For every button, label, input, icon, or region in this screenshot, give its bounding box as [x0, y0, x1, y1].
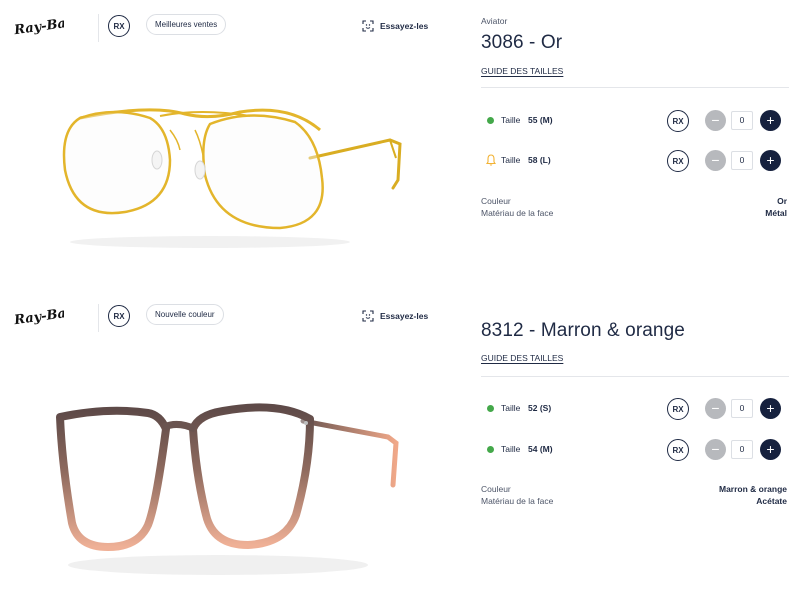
product-media-header: Ray-Ban RX Nouvelle couleur Essayez-les — [12, 300, 442, 332]
decrease-quantity-button[interactable]: − — [705, 150, 726, 171]
quantity-input[interactable]: 0 — [731, 440, 753, 459]
product-title: 8312 - Marron & orange — [481, 320, 685, 341]
size-row: Taille 58 (L) RX − 0 + — [481, 150, 789, 172]
product-media-header: Ray-Ban RX Meilleures ventes Essayez-les — [12, 10, 442, 42]
attribute-row-material: Matériau de la face Métal — [481, 208, 787, 220]
rx-lenses-button[interactable]: RX — [667, 150, 689, 172]
try-on-button[interactable]: Essayez-les — [362, 18, 428, 34]
in-stock-dot-icon — [487, 446, 494, 453]
size-value: 52 (S) — [528, 403, 552, 413]
size-value: 55 (M) — [528, 115, 553, 125]
attribute-value: Métal — [765, 208, 787, 218]
rx-lenses-button[interactable]: RX — [667, 398, 689, 420]
increase-quantity-button[interactable]: + — [760, 110, 781, 131]
in-stock-dot-icon — [487, 405, 494, 412]
size-row: Taille 55 (M) RX − 0 + — [481, 110, 789, 132]
face-scan-icon — [362, 310, 374, 322]
attribute-row-color: Couleur Marron & orange — [481, 484, 787, 496]
product-media: Ray-Ban RX Nouvelle couleur Essayez-les — [0, 290, 455, 600]
product-media: Ray-Ban RX Meilleures ventes Essayez-les — [0, 0, 455, 290]
attribute-row-material: Matériau de la face Acétate — [481, 496, 787, 508]
increase-quantity-button[interactable]: + — [760, 150, 781, 171]
aviator-glasses-image — [62, 108, 402, 248]
attribute-value: Or — [777, 196, 787, 206]
face-scan-icon — [362, 20, 374, 32]
rx-lenses-button[interactable]: RX — [667, 110, 689, 132]
size-guide-link[interactable]: GUIDE DES TAILLES — [481, 66, 563, 76]
increase-quantity-button[interactable]: + — [760, 439, 781, 460]
product-card-8312: Ray-Ban RX Nouvelle couleur Essayez-les — [0, 290, 800, 600]
rayban-logo: Ray-Ban — [12, 305, 64, 328]
product-tag-badge: Meilleures ventes — [146, 14, 227, 35]
try-on-button[interactable]: Essayez-les — [362, 308, 428, 324]
rx-icon: RX — [108, 15, 130, 37]
increase-quantity-button[interactable]: + — [760, 398, 781, 419]
attribute-value: Marron & orange — [718, 484, 787, 494]
size-label: Taille — [501, 155, 521, 165]
product-details: Aviator 3086 - Or GUIDE DES TAILLES Tail… — [481, 0, 789, 290]
brown-orange-glasses-image — [56, 403, 399, 575]
product-tag-badge: Nouvelle couleur — [146, 304, 224, 325]
decrease-quantity-button[interactable]: − — [705, 110, 726, 131]
header-divider — [98, 14, 99, 42]
attribute-key: Couleur — [481, 484, 511, 494]
rayban-logo: Ray-Ban — [12, 15, 64, 38]
svg-text:Ray-Ban: Ray-Ban — [12, 305, 64, 328]
quantity-input[interactable]: 0 — [731, 111, 753, 130]
quantity-input[interactable]: 0 — [731, 151, 753, 170]
size-guide-link[interactable]: GUIDE DES TAILLES — [481, 353, 563, 363]
size-label: Taille — [501, 444, 521, 454]
divider — [481, 87, 789, 88]
size-value: 54 (M) — [528, 444, 553, 454]
size-value: 58 (L) — [528, 155, 551, 165]
size-label: Taille — [501, 403, 521, 413]
attribute-key: Couleur — [481, 196, 511, 206]
decrease-quantity-button[interactable]: − — [705, 439, 726, 460]
attribute-value: Acétate — [756, 496, 787, 506]
product-model-subtitle: Aviator — [481, 16, 508, 26]
svg-text:Ray-Ban: Ray-Ban — [12, 15, 64, 38]
rx-lenses-button[interactable]: RX — [667, 439, 689, 461]
attribute-key: Matériau de la face — [481, 496, 554, 506]
in-stock-dot-icon — [487, 117, 494, 124]
size-label: Taille — [501, 115, 521, 125]
bell-icon — [486, 154, 496, 166]
quantity-input[interactable]: 0 — [731, 399, 753, 418]
size-row: Taille 54 (M) RX − 0 + — [481, 439, 789, 461]
divider — [481, 376, 789, 377]
product-card-aviator: Ray-Ban RX Meilleures ventes Essayez-les — [0, 0, 800, 290]
rx-icon: RX — [108, 305, 130, 327]
attribute-key: Matériau de la face — [481, 208, 554, 218]
try-on-label: Essayez-les — [380, 21, 429, 31]
try-on-label: Essayez-les — [380, 311, 429, 321]
product-title: 3086 - Or — [481, 32, 563, 53]
header-divider — [98, 304, 99, 332]
attribute-row-color: Couleur Or — [481, 196, 787, 208]
size-row: Taille 52 (S) RX − 0 + — [481, 398, 789, 420]
decrease-quantity-button[interactable]: − — [705, 398, 726, 419]
product-details: 8312 - Marron & orange GUIDE DES TAILLES… — [481, 290, 789, 600]
